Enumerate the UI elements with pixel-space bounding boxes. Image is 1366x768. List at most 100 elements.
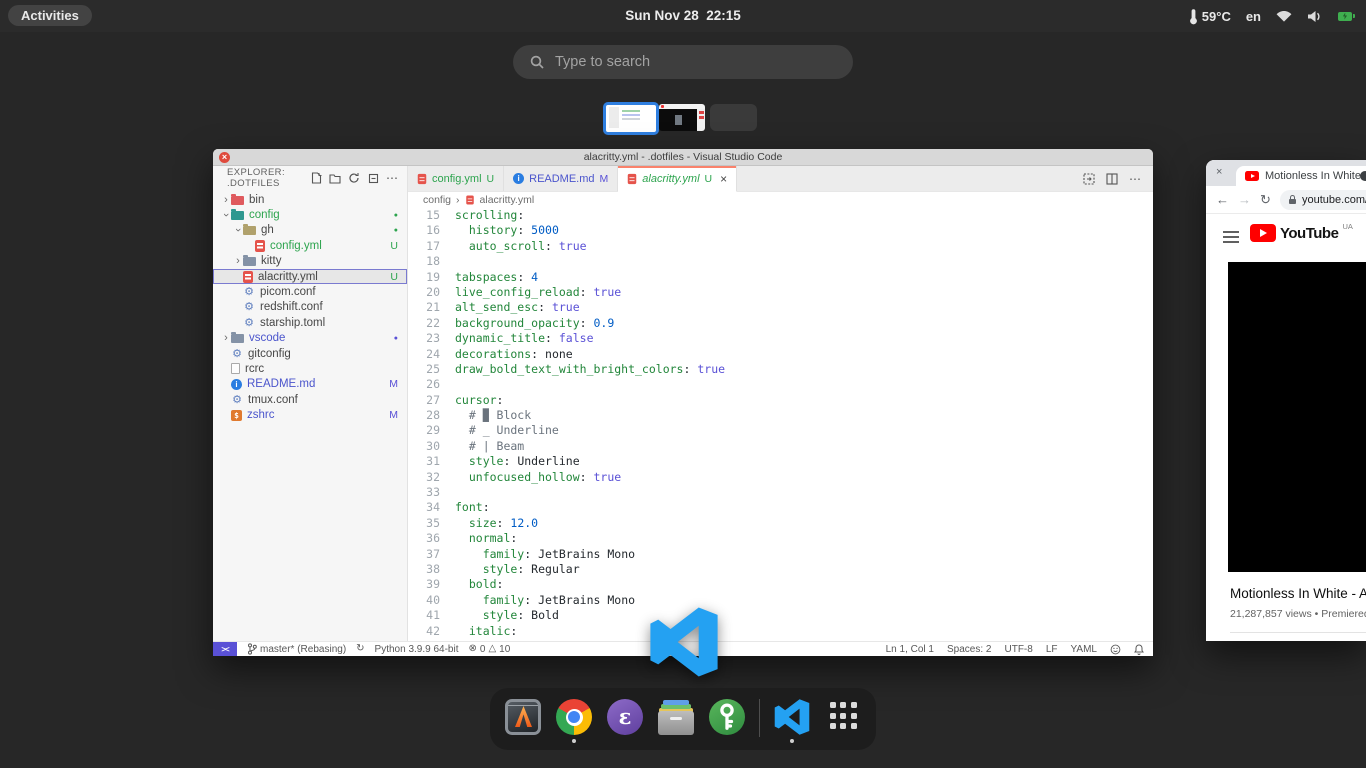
- remote-indicator-icon[interactable]: [213, 642, 237, 656]
- menu-icon[interactable]: [1223, 231, 1239, 233]
- tree-item-picom.conf[interactable]: ›picom.conf: [213, 284, 407, 299]
- file-label: picom.conf: [260, 286, 316, 298]
- new-folder-icon[interactable]: [329, 173, 341, 184]
- tab-alacritty-yml[interactable]: alacritty.yml U ×: [618, 166, 737, 192]
- indentation[interactable]: Spaces: 2: [947, 644, 991, 655]
- info-file-icon: [513, 173, 524, 184]
- temperature-indicator: 59°C: [1189, 8, 1231, 25]
- back-icon[interactable]: ←: [1216, 192, 1229, 207]
- tree-item-rcrc[interactable]: ›rcrc: [213, 361, 407, 376]
- code-line: 27cursor:: [408, 393, 1153, 408]
- language-mode[interactable]: YAML: [1071, 644, 1098, 655]
- tab-config-yml[interactable]: config.yml U: [408, 166, 504, 191]
- code-text: style: Regular: [455, 562, 580, 577]
- file-label: kitty: [261, 255, 281, 267]
- tree-item-gh[interactable]: ›gh●: [213, 223, 407, 238]
- padlock-icon[interactable]: [1289, 199, 1296, 204]
- line-number: 32: [408, 470, 440, 485]
- youtube-logo[interactable]: YouTube UA: [1250, 224, 1353, 242]
- dock-item-chrome[interactable]: [555, 699, 593, 743]
- tree-item-starship.toml[interactable]: ›starship.toml: [213, 315, 407, 330]
- thumbnail-youtube-window[interactable]: [659, 104, 705, 131]
- refresh-icon[interactable]: [348, 172, 360, 184]
- dock-item-emacs[interactable]: [606, 699, 644, 743]
- address-bar[interactable]: youtube.com/wa: [1280, 190, 1366, 210]
- system-tray[interactable]: 59°C en: [1189, 0, 1352, 32]
- thumbnail-empty-slot[interactable]: [710, 104, 757, 131]
- breadcrumb-folder[interactable]: config: [423, 194, 451, 206]
- split-editor-icon[interactable]: [1106, 173, 1118, 185]
- cursor-position[interactable]: Ln 1, Col 1: [886, 644, 934, 655]
- vscode-window[interactable]: × alacritty.yml - .dotfiles - Visual Stu…: [213, 149, 1153, 656]
- video-player[interactable]: [1228, 262, 1366, 572]
- open-changes-icon[interactable]: [1083, 173, 1095, 185]
- vscode-titlebar[interactable]: × alacritty.yml - .dotfiles - Visual Stu…: [213, 149, 1153, 166]
- code-line: 33: [408, 485, 1153, 500]
- line-number: 15: [408, 208, 440, 223]
- dock-item-keys[interactable]: [708, 699, 746, 743]
- tab-close-icon[interactable]: ×: [1216, 166, 1222, 178]
- code-text: normal:: [455, 531, 517, 546]
- eol-sequence[interactable]: LF: [1046, 644, 1058, 655]
- zsh-icon: [231, 410, 242, 421]
- chrome-active-tab[interactable]: Motionless In White -: [1236, 166, 1366, 186]
- feedback-icon[interactable]: [1110, 644, 1121, 655]
- tree-item-config[interactable]: ›config●: [213, 207, 407, 222]
- code-area[interactable]: 15scrolling:16 history: 500017 auto_scro…: [408, 207, 1153, 641]
- thumbnail-vscode-window[interactable]: [603, 102, 659, 135]
- tab-close-icon[interactable]: ×: [720, 173, 727, 185]
- keyboard-layout-indicator[interactable]: en: [1246, 9, 1261, 24]
- code-line: 26: [408, 377, 1153, 392]
- tree-item-config.yml[interactable]: ›config.ymlU: [213, 238, 407, 253]
- tab-readme-md[interactable]: README.md M: [504, 166, 618, 191]
- breadcrumb-file[interactable]: alacritty.yml: [480, 194, 535, 206]
- line-number: 16: [408, 223, 440, 238]
- tab-audio-icon[interactable]: [1360, 171, 1366, 181]
- window-close-icon[interactable]: ×: [219, 152, 230, 163]
- line-number: 18: [408, 254, 440, 269]
- python-interpreter[interactable]: Python 3.9.9 64-bit: [375, 644, 459, 655]
- code-text: style: Bold: [455, 608, 559, 623]
- dock-item-app-grid[interactable]: [824, 699, 862, 740]
- breadcrumb[interactable]: config › alacritty.yml: [408, 192, 1153, 207]
- line-number: 26: [408, 377, 440, 392]
- code-text: decorations: none: [455, 347, 573, 362]
- dock-item-files[interactable]: [657, 699, 695, 743]
- code-line: 35 size: 12.0: [408, 516, 1153, 531]
- new-file-icon[interactable]: [311, 172, 322, 184]
- tree-item-vscode[interactable]: ›vscode●: [213, 331, 407, 346]
- git-branch-status[interactable]: master* (Rebasing): [247, 643, 346, 655]
- alacritty-icon: [505, 699, 541, 735]
- wifi-icon: [1276, 10, 1292, 22]
- tree-item-gitconfig[interactable]: ›gitconfig: [213, 346, 407, 361]
- clock[interactable]: Sun Nov 28 22:15: [0, 0, 1366, 32]
- editor-more-icon[interactable]: ⋯: [1129, 172, 1142, 186]
- tree-item-zshrc[interactable]: ›zshrcM: [213, 407, 407, 422]
- tree-item-alacritty.yml[interactable]: ›alacritty.ymlU: [213, 269, 407, 284]
- code-line: 40 family: JetBrains Mono: [408, 593, 1153, 608]
- code-text: draw_bold_text_with_bright_colors: true: [455, 362, 725, 377]
- sync-icon[interactable]: ↻: [356, 644, 364, 654]
- collapse-folders-icon[interactable]: [367, 172, 379, 184]
- dock-item-alacritty[interactable]: [504, 699, 542, 743]
- tree-item-kitty[interactable]: ›kitty: [213, 254, 407, 269]
- running-indicator: [572, 739, 576, 743]
- problems-status[interactable]: ⊗ 0 △ 10: [469, 644, 511, 655]
- reload-icon[interactable]: ↻: [1260, 192, 1271, 208]
- tree-item-tmux.conf[interactable]: ›tmux.conf: [213, 392, 407, 407]
- tree-item-bin[interactable]: ›bin: [213, 192, 407, 207]
- tree-item-README.md[interactable]: ›README.mdM: [213, 377, 407, 392]
- app-grid-icon: [827, 699, 860, 732]
- search-input[interactable]: Type to search: [513, 45, 853, 79]
- forward-icon[interactable]: →: [1238, 192, 1251, 207]
- chrome-window[interactable]: × Motionless In White - ← → ↻ youtube.co…: [1206, 160, 1366, 641]
- code-text: scrolling:: [455, 208, 524, 223]
- encoding[interactable]: UTF-8: [1004, 644, 1032, 655]
- dock-item-vscode[interactable]: [773, 699, 811, 743]
- explorer-more-icon[interactable]: ⋯: [386, 171, 399, 185]
- file-label: README.md: [247, 378, 315, 390]
- file-icon: [231, 363, 240, 374]
- bell-icon[interactable]: [1134, 644, 1144, 655]
- tree-item-redshift.conf[interactable]: ›redshift.conf: [213, 300, 407, 315]
- code-text: history: 5000: [455, 223, 559, 238]
